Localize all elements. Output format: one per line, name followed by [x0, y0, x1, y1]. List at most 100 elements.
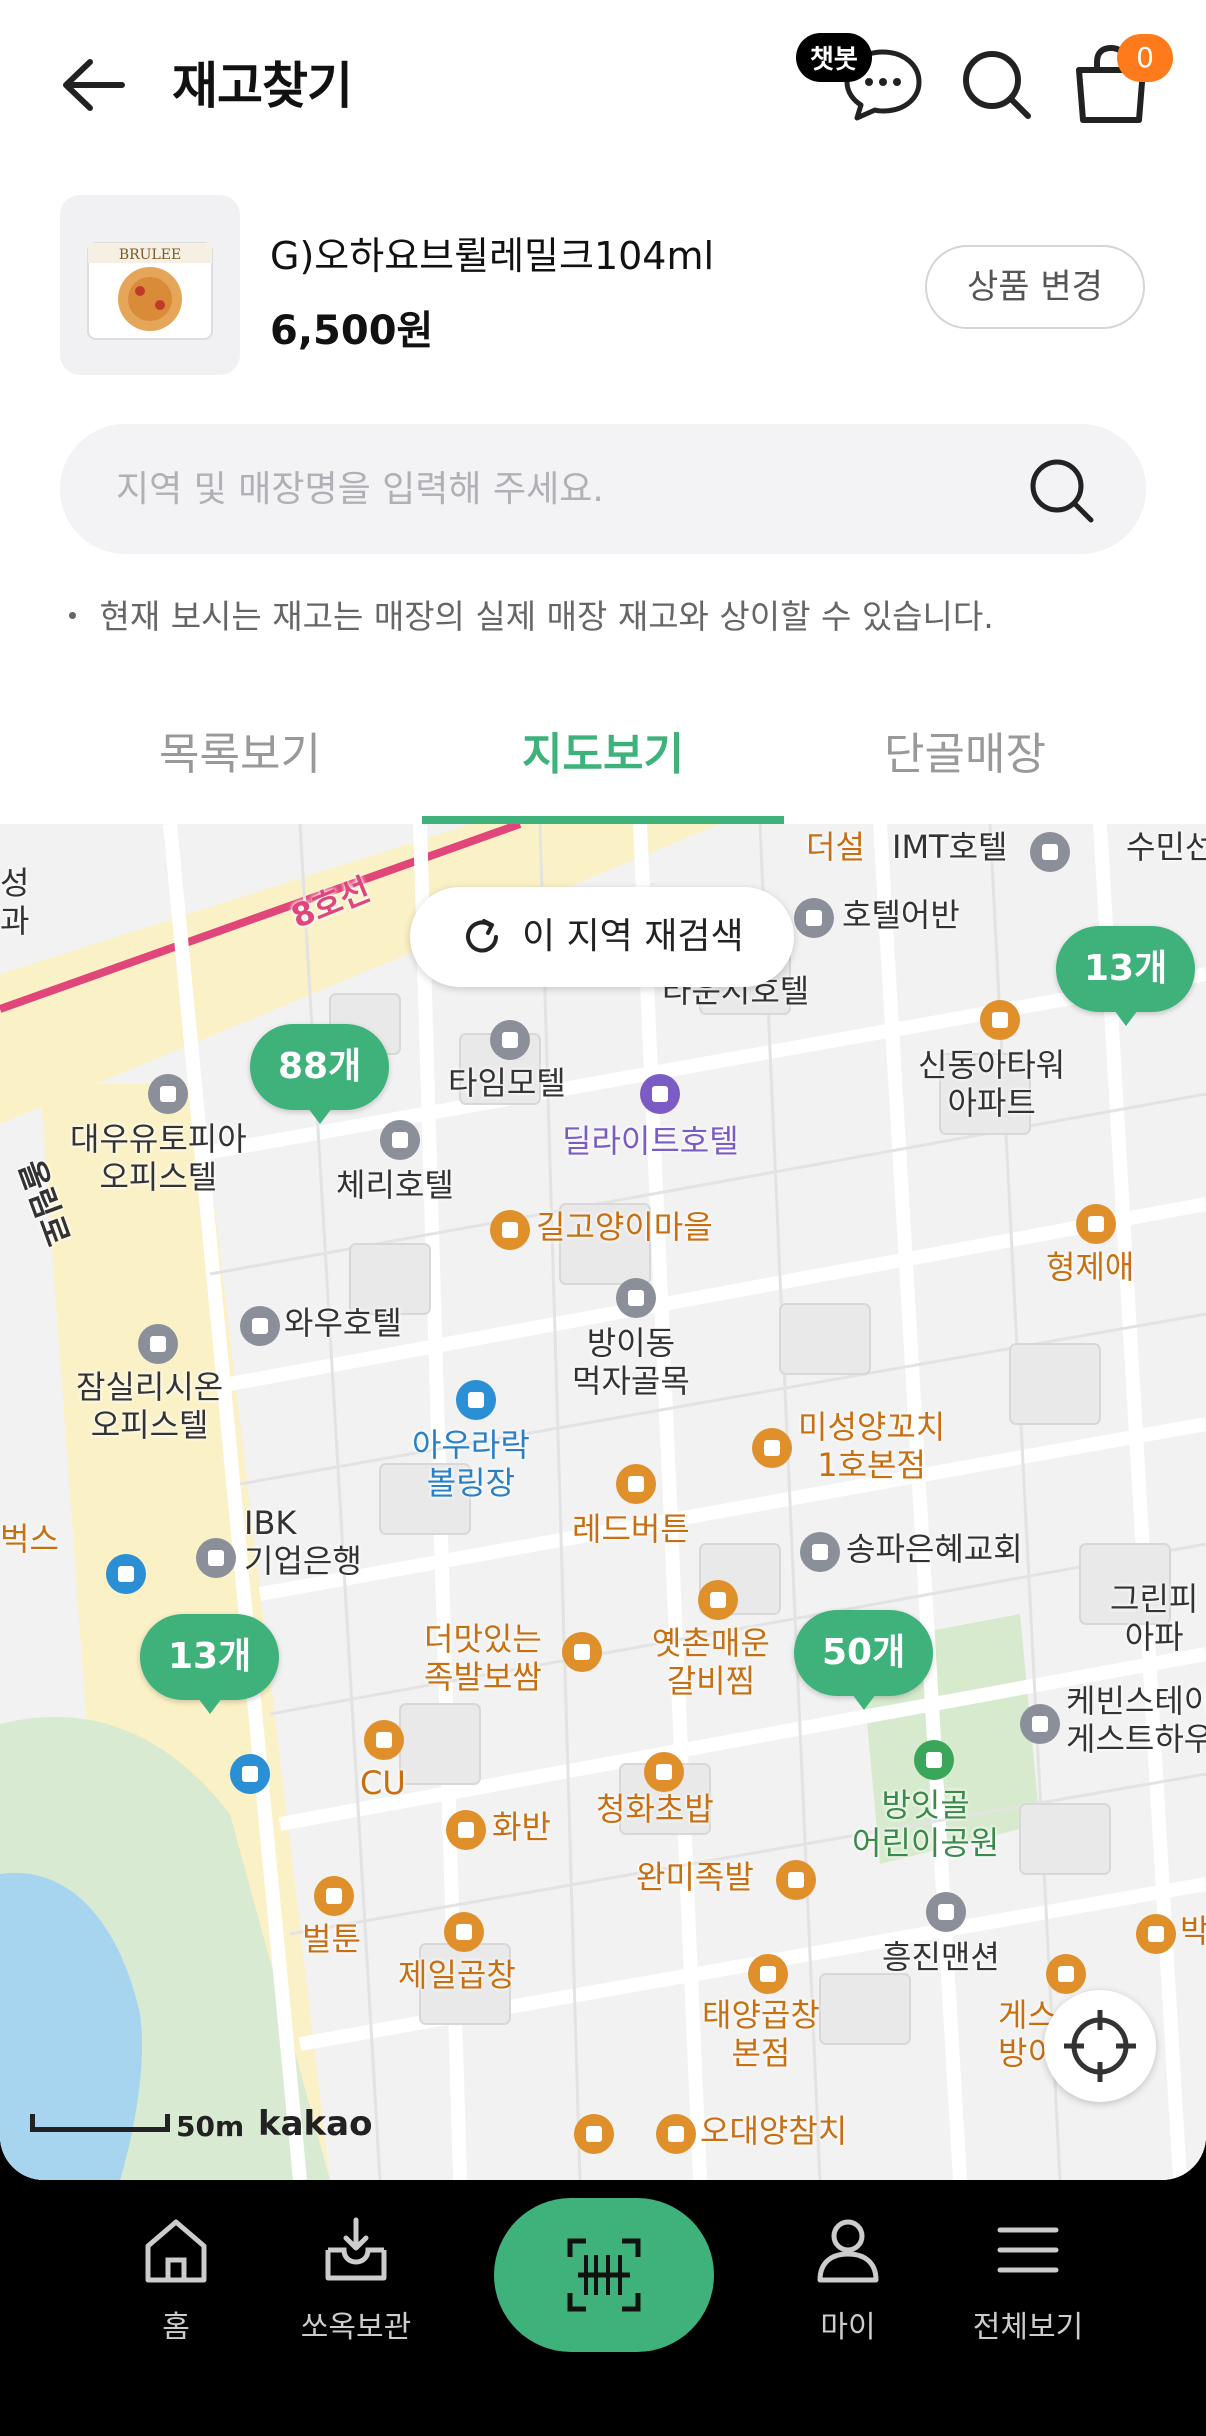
church-pin-icon [800, 1532, 840, 1572]
tab-map-view[interactable]: 지도보기 [423, 700, 783, 825]
map-label-miseong: 미성양꼬치 1호본점 [798, 1408, 946, 1484]
header: 재고찾기 챗봇 0 [0, 0, 1206, 165]
nav-storage[interactable]: 쏘옥보관 [266, 2210, 446, 2360]
store-map[interactable]: 8호선 더설 IMT호텔 수민선 성 과 호텔어반 타운시호텔 타임모텔 딜라이… [0, 824, 1206, 2180]
nav-home-label: 홈 [162, 2310, 190, 2345]
tab-list-view[interactable]: 목록보기 [60, 700, 420, 825]
building-pin-icon [138, 1324, 178, 1364]
storage-icon [325, 2217, 387, 2281]
building-pin-icon [148, 1074, 188, 1114]
map-label-beolteun: 벌툰 [302, 1920, 361, 1958]
search-icon[interactable] [1015, 444, 1105, 534]
product-thumb-text: BRULEE [119, 247, 181, 263]
stock-notice: ・ 현재 보시는 재고는 매장의 실제 매장 재고와 상이할 수 있습니다. [56, 597, 994, 636]
restaurant-pin-icon [1046, 1954, 1086, 1994]
map-scale-bar [30, 2114, 170, 2132]
restaurant-pin-icon [776, 1860, 816, 1900]
bus-stop-icon [106, 1554, 146, 1594]
map-label-taeyang: 태양곱창 본점 [702, 1996, 820, 2072]
bottom-navigation: 홈 쏘옥보관 마이 전체보기 [0, 2180, 1206, 2436]
restaurant-pin-icon [444, 1912, 484, 1952]
map-label-buks: 벅스 [0, 1520, 59, 1558]
back-arrow-icon[interactable] [52, 40, 142, 130]
map-label-bangit-park: 방잇골 어린이공원 [852, 1786, 1000, 1862]
map-label-heungjin: 흥진맨션 [882, 1938, 1000, 1976]
convenience-store-pin-icon [364, 1720, 404, 1760]
store-search-input[interactable] [116, 424, 1016, 554]
map-label-imt-hotel: IMT호텔 [892, 828, 1008, 866]
scan-icon [567, 2238, 641, 2312]
tab-favorite-stores[interactable]: 단골매장 [785, 700, 1145, 825]
map-scale-label: 50m [176, 2110, 245, 2143]
map-label-bangi: 방이동 먹자골목 [572, 1324, 690, 1400]
map-label-green: 그린피 아파 [1110, 1580, 1199, 1656]
stock-cluster-marker[interactable]: 88개 [250, 1024, 390, 1124]
map-label-cherry-hotel: 체리호텔 [336, 1166, 454, 1204]
restaurant-pin-icon [446, 1810, 486, 1850]
building-pin-icon [980, 1000, 1020, 1040]
map-label-hotel-urban: 호텔어반 [842, 896, 960, 934]
bowling-pin-icon [456, 1380, 496, 1420]
map-label-time-motel: 타임모텔 [448, 1064, 566, 1102]
profile-icon [817, 2219, 879, 2283]
restaurant-pin-icon [644, 1752, 684, 1792]
map-label-wow-hotel: 와우호텔 [284, 1304, 402, 1342]
convenience-store-pin-icon [574, 2114, 614, 2154]
map-label-hyeongje: 형제애 [1046, 1248, 1135, 1286]
restaurant-pin-icon [752, 1428, 792, 1468]
map-label-sindong: 신동아타워 아파트 [918, 1046, 1066, 1122]
change-product-button[interactable]: 상품 변경 [925, 245, 1145, 329]
map-label-hwaban: 화반 [492, 1808, 551, 1846]
hotel-pin-icon [794, 898, 834, 938]
hotel-pin-icon [640, 1074, 680, 1114]
nav-home[interactable]: 홈 [86, 2210, 266, 2360]
nav-my-label: 마이 [820, 2310, 876, 2345]
stock-cluster-marker[interactable]: 13개 [140, 1614, 280, 1714]
current-location-button[interactable] [1044, 1990, 1156, 2102]
restaurant-pin-icon [656, 2114, 696, 2154]
stock-cluster-marker[interactable]: 13개 [1056, 926, 1196, 1026]
map-label-cu: CU [360, 1764, 406, 1802]
barcode-scan-button[interactable] [494, 2198, 714, 2352]
map-base [0, 824, 1206, 2180]
restaurant-pin-icon [748, 1954, 788, 1994]
nav-menu[interactable]: 전체보기 [938, 2210, 1118, 2360]
hotel-pin-icon [1030, 832, 1070, 872]
map-label-bak: 박 [1180, 1912, 1206, 1950]
map-label-songpa-church: 송파은혜교회 [846, 1530, 1023, 1568]
cafe-pin-icon [616, 1464, 656, 1504]
map-label-redbutton: 레드버튼 [572, 1510, 690, 1548]
product-price: 6,500원 [270, 308, 434, 354]
restaurant-pin-icon [562, 1632, 602, 1672]
flag-pin-icon [616, 1278, 656, 1318]
nav-my[interactable]: 마이 [758, 2210, 938, 2360]
refresh-icon [466, 919, 498, 953]
map-label-odae: 오대양참치 [700, 2112, 848, 2150]
research-area-button[interactable]: 이 지역 재검색 [410, 887, 794, 987]
restaurant-pin-icon [698, 1580, 738, 1620]
stock-cluster-marker[interactable]: 50개 [794, 1610, 934, 1710]
map-label-delight-hotel: 딜라이트호텔 [562, 1122, 739, 1160]
map-label-dulseol: 더설 [806, 828, 865, 866]
hotel-pin-icon [240, 1306, 280, 1346]
search-icon[interactable] [948, 36, 1044, 132]
app-screen: 재고찾기 챗봇 0 BRULEE G)오하요브륄레밀크104ml 6,500원 … [0, 0, 1206, 2180]
crosshair-icon [1064, 2010, 1136, 2082]
hotel-pin-icon [1020, 1704, 1060, 1744]
page-title: 재고찾기 [172, 57, 353, 115]
map-label-daewoo: 대우유토피아 오피스텔 [70, 1120, 247, 1196]
menu-icon [997, 2227, 1059, 2273]
map-label-jeil: 제일곱창 [398, 1956, 516, 1994]
map-provider-logo: kakao [258, 2104, 373, 2144]
restaurant-pin-icon [1136, 1914, 1176, 1954]
cafe-pin-icon [490, 1210, 530, 1250]
map-label-sumin: 수민선 [1126, 828, 1206, 866]
bank-pin-icon [196, 1538, 236, 1578]
bus-stop-icon [230, 1754, 270, 1794]
hotel-pin-icon [380, 1120, 420, 1160]
park-pin-icon [914, 1740, 954, 1780]
cafe-pin-icon [314, 1876, 354, 1916]
research-area-label: 이 지역 재검색 [522, 916, 744, 957]
map-label-seong: 성 과 [0, 864, 30, 940]
active-tab-indicator [422, 816, 784, 824]
